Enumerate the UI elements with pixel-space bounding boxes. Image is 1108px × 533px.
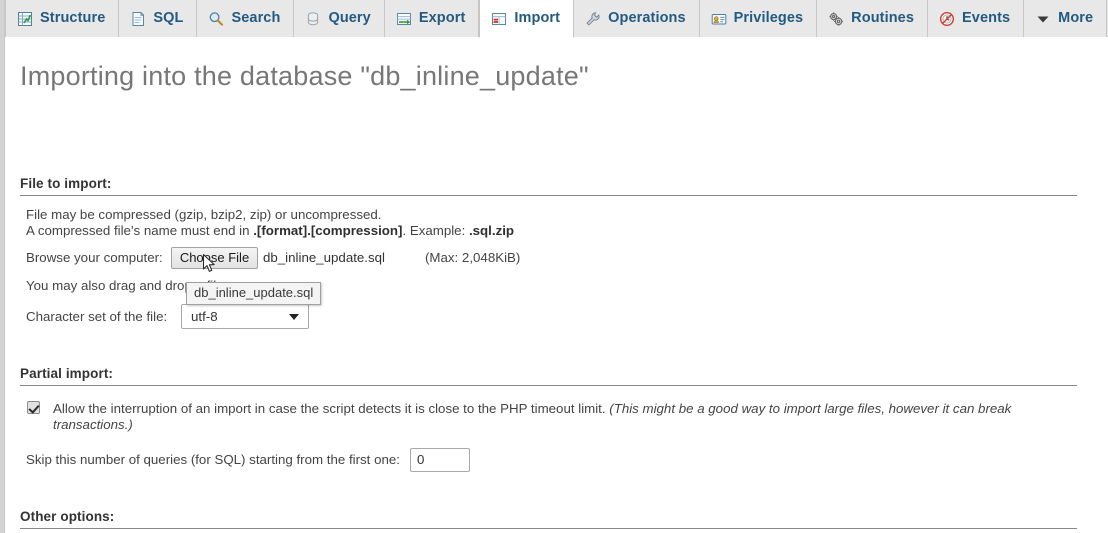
search-icon	[208, 11, 224, 27]
tab-more[interactable]: More	[1024, 0, 1108, 37]
tab-structure-label: Structure	[40, 10, 106, 27]
routines-gears-icon	[828, 11, 844, 27]
sql-icon	[130, 11, 146, 27]
phpmyadmin-import-page: Structure SQL Search Query Export Import…	[0, 0, 1108, 533]
tab-export-label: Export	[418, 10, 466, 27]
file-name-tooltip: db_inline_update.sql	[186, 282, 322, 305]
operations-wrench-icon	[585, 11, 601, 27]
tab-search-label: Search	[231, 10, 281, 27]
charset-label: Character set of the file:	[26, 309, 168, 324]
tab-routines[interactable]: Routines	[817, 0, 929, 37]
tab-operations-label: Operations	[608, 10, 686, 27]
tab-events[interactable]: Events	[928, 0, 1025, 37]
other-options-legend: Other options:	[20, 509, 115, 524]
import-icon	[491, 11, 507, 27]
main-tab-bar: Structure SQL Search Query Export Import…	[5, 0, 1108, 38]
browse-label: Browse your computer:	[26, 250, 163, 265]
page-title: Importing into the database "db_inline_u…	[20, 61, 589, 91]
hint-prefix: A compressed file's name must end in	[26, 223, 254, 238]
tab-privileges[interactable]: Privileges	[699, 0, 818, 37]
tab-structure[interactable]: Structure	[5, 0, 120, 37]
skip-queries-input[interactable]: 0	[410, 448, 470, 472]
tab-privileges-label: Privileges	[733, 10, 804, 27]
tab-sql[interactable]: SQL	[119, 0, 198, 37]
tab-routines-label: Routines	[851, 10, 915, 27]
skip-queries-label: Skip this number of queries (for SQL) st…	[26, 452, 400, 467]
file-to-import-legend: File to import:	[20, 176, 112, 191]
tab-import[interactable]: Import	[479, 0, 575, 38]
tab-import-label: Import	[514, 10, 561, 27]
max-upload-size: (Max: 2,048KiB)	[425, 250, 521, 265]
tab-query-label: Query	[328, 10, 371, 27]
tab-more-label: More	[1058, 10, 1094, 27]
chevron-down-icon	[289, 314, 299, 320]
allow-interrupt-text: Allow the interruption of an import in c…	[53, 401, 610, 416]
privileges-card-icon	[711, 11, 727, 27]
hint-example-token: .sql.zip	[468, 223, 515, 238]
tab-sql-label: SQL	[153, 10, 184, 27]
hint-format-token: .[format].[compression]	[253, 223, 403, 238]
chevron-down-icon	[1035, 11, 1051, 27]
partial-section-divider	[20, 385, 1077, 386]
allow-interrupt-label: Allow the interruption of an import in c…	[53, 401, 1065, 433]
file-section-divider	[20, 195, 1077, 196]
tab-operations[interactable]: Operations	[574, 0, 700, 37]
tab-export[interactable]: Export	[384, 0, 480, 37]
charset-select-value: utf-8	[191, 309, 218, 324]
compression-hint-line2: A compressed file's name must end in .[f…	[26, 223, 514, 239]
hint-mid: . Example:	[402, 223, 469, 238]
structure-icon	[17, 11, 33, 27]
charset-select[interactable]: utf-8	[181, 304, 309, 329]
query-icon	[305, 11, 321, 27]
allow-interrupt-checkbox[interactable]	[27, 401, 40, 414]
partial-import-legend: Partial import:	[20, 366, 114, 381]
compression-hint-line1: File may be compressed (gzip, bzip2, zip…	[26, 207, 382, 222]
left-gutter-strip	[0, 0, 5, 533]
tab-search[interactable]: Search	[197, 0, 295, 37]
export-icon	[396, 11, 412, 27]
import-form: Importing into the database "db_inline_u…	[6, 38, 1108, 533]
events-clock-icon	[939, 11, 955, 27]
other-section-divider	[20, 528, 1077, 529]
choose-file-button[interactable]: Choose File	[171, 247, 258, 269]
tab-query[interactable]: Query	[294, 0, 385, 37]
tab-events-label: Events	[962, 10, 1011, 27]
chosen-file-name: db_inline_update.sql	[263, 250, 385, 265]
